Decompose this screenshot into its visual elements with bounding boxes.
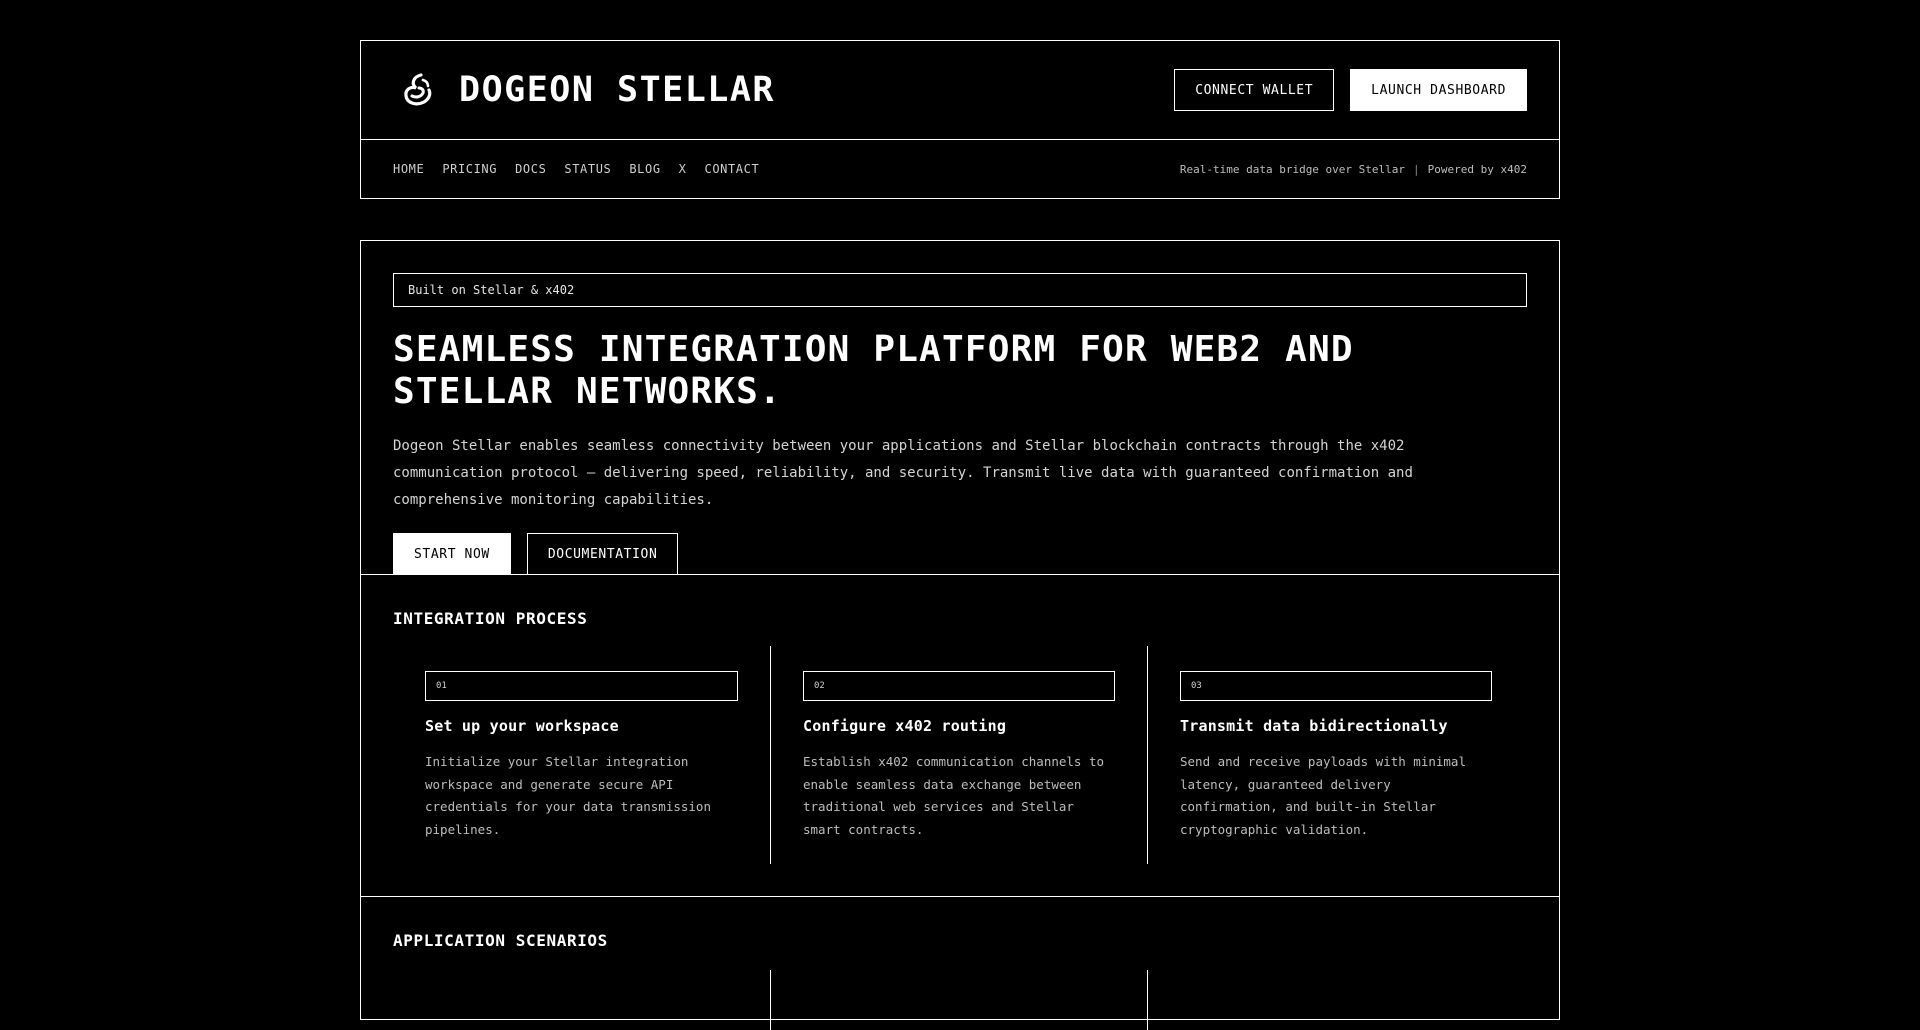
hero-title: SEAMLESS INTEGRATION PLATFORM FOR WEB2 A… bbox=[393, 329, 1354, 412]
step-number: 01 bbox=[425, 671, 738, 701]
step-description: Establish x402 communication channels to… bbox=[803, 754, 1105, 837]
launch-dashboard-button[interactable]: LAUNCH DASHBOARD bbox=[1350, 69, 1527, 111]
step-title: Set up your workspace bbox=[425, 717, 619, 735]
section-title: INTEGRATION PROCESS bbox=[393, 609, 588, 628]
nav-link-pricing[interactable]: PRICING bbox=[442, 162, 497, 176]
documentation-button[interactable]: DOCUMENTATION bbox=[526, 533, 679, 575]
step-description: Initialize your Stellar integration work… bbox=[425, 754, 711, 837]
nav-link-home[interactable]: HOME bbox=[393, 162, 424, 176]
process-step: 01 Set up your workspace Initialize your… bbox=[393, 646, 770, 864]
process-step: 03 Transmit data bidirectionally Send an… bbox=[1147, 646, 1524, 864]
tagline-separator: | bbox=[1413, 162, 1420, 176]
step-description: Send and receive payloads with minimal l… bbox=[1180, 754, 1466, 837]
main-panel: Built on Stellar & x402 SEAMLESS INTEGRA… bbox=[360, 240, 1560, 1030]
tagline-left: Real-time data bridge over Stellar bbox=[1179, 162, 1406, 176]
site-header: DOGEON STELLAR CONNECT WALLET LAUNCH DAS… bbox=[360, 40, 1560, 199]
connect-wallet-button[interactable]: CONNECT WALLET bbox=[1174, 69, 1335, 111]
built-on-badge: Built on Stellar & x402 bbox=[393, 273, 1527, 307]
process-step: 02 Configure x402 routing Establish x402… bbox=[770, 646, 1147, 864]
nav-link-contact[interactable]: CONTACT bbox=[705, 162, 760, 176]
step-number: 03 bbox=[1180, 671, 1492, 701]
nav-link-status[interactable]: STATUS bbox=[564, 162, 611, 176]
header-nav-bar: HOME PRICING DOCS STATUS BLOG X CONTACT … bbox=[361, 140, 1559, 198]
header-top-bar: DOGEON STELLAR CONNECT WALLET LAUNCH DAS… bbox=[361, 41, 1559, 140]
hero-actions: START NOW DOCUMENTATION bbox=[393, 533, 1527, 575]
section-title: APPLICATION SCENARIOS bbox=[393, 931, 608, 950]
nav-link-blog[interactable]: BLOG bbox=[629, 162, 660, 176]
step-title: Transmit data bidirectionally bbox=[1180, 717, 1448, 735]
scenario-column bbox=[1147, 970, 1524, 1030]
main-nav: HOME PRICING DOCS STATUS BLOG X CONTACT bbox=[393, 162, 759, 176]
step-title: Configure x402 routing bbox=[803, 717, 1007, 735]
scenario-columns bbox=[393, 970, 1527, 1030]
nav-link-docs[interactable]: DOCS bbox=[515, 162, 546, 176]
integration-process-section: INTEGRATION PROCESS 01 Set up your works… bbox=[361, 575, 1559, 897]
header-tagline: Real-time data bridge over Stellar | Pow… bbox=[1180, 163, 1527, 176]
brand-name: DOGEON STELLAR bbox=[459, 70, 776, 110]
tagline-right: Powered by x402 bbox=[1427, 162, 1527, 176]
scenario-column bbox=[393, 970, 770, 1030]
stellar-swirl-icon bbox=[404, 73, 432, 106]
nav-link-x[interactable]: X bbox=[679, 162, 687, 176]
process-steps: 01 Set up your workspace Initialize your… bbox=[393, 646, 1527, 864]
scenario-column bbox=[770, 970, 1147, 1030]
start-now-button[interactable]: START NOW bbox=[393, 533, 511, 575]
brand[interactable]: DOGEON STELLAR bbox=[399, 70, 775, 110]
hero-description: Dogeon Stellar enables seamless connecti… bbox=[393, 438, 1413, 508]
header-actions: CONNECT WALLET LAUNCH DASHBOARD bbox=[1174, 69, 1527, 111]
hero-section: Built on Stellar & x402 SEAMLESS INTEGRA… bbox=[361, 241, 1559, 575]
step-number: 02 bbox=[803, 671, 1115, 701]
application-scenarios-section: APPLICATION SCENARIOS bbox=[361, 897, 1559, 1030]
